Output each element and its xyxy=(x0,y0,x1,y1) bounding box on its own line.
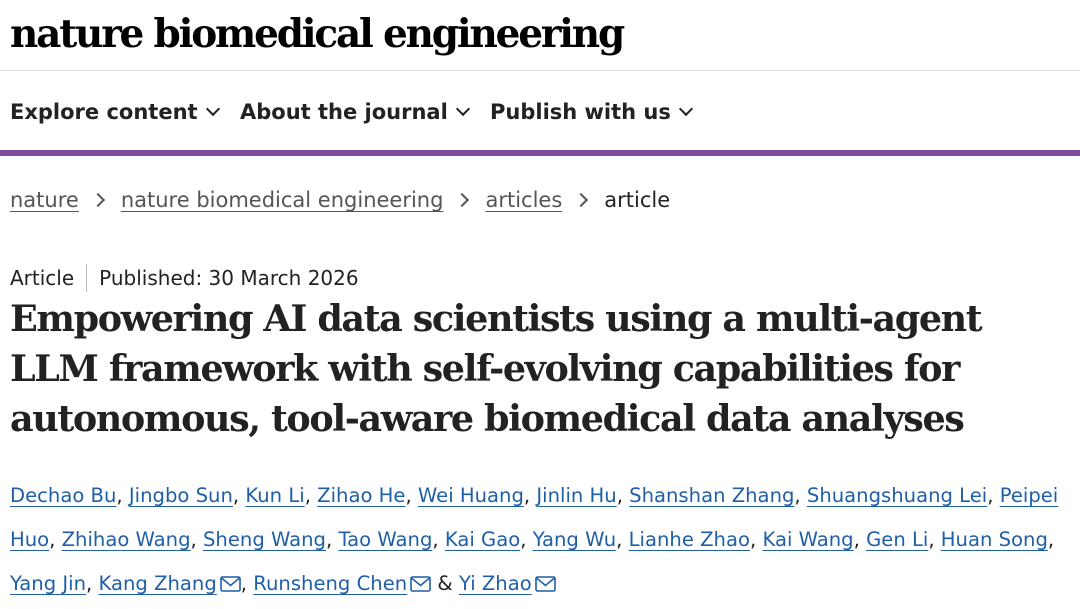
chevron-down-icon xyxy=(455,101,470,117)
author-item: Yang Wu xyxy=(533,528,616,551)
author-link[interactable]: Jingbo Sun xyxy=(129,484,233,507)
journal-accent-bar xyxy=(0,150,1080,156)
author-link[interactable]: Sheng Wang xyxy=(203,528,326,551)
author-link[interactable]: Yi Zhao xyxy=(459,572,532,595)
chevron-right-icon xyxy=(90,192,105,208)
author-item: Yi Zhao xyxy=(459,572,556,595)
breadcrumb-link-nature[interactable]: nature xyxy=(10,188,79,212)
main-nav: Explore content About the journal Publis… xyxy=(0,92,1080,132)
meta-divider xyxy=(86,264,88,292)
envelope-icon[interactable] xyxy=(534,576,556,592)
author-item: Dechao Bu xyxy=(10,484,116,507)
chevron-right-icon xyxy=(455,192,470,208)
nav-about-the-journal[interactable]: About the journal xyxy=(240,92,470,132)
author-link[interactable]: Gen Li xyxy=(866,528,928,551)
author-item: Tao Wang xyxy=(338,528,432,551)
author-item: Shuangshuang Lei xyxy=(807,484,987,507)
nav-item-label: Explore content xyxy=(10,100,198,124)
article-meta: Article Published: 30 March 2026 xyxy=(10,263,359,293)
author-link[interactable]: Kang Zhang xyxy=(98,572,216,595)
author-link[interactable]: Lianhe Zhao xyxy=(629,528,750,551)
breadcrumb-current: article xyxy=(604,188,671,212)
author-item: Huan Song xyxy=(941,528,1048,551)
author-link[interactable]: Zihao He xyxy=(317,484,405,507)
author-link[interactable]: Shuangshuang Lei xyxy=(807,484,987,507)
breadcrumb-link-articles[interactable]: articles xyxy=(485,188,562,212)
author-item: Gen Li xyxy=(866,528,928,551)
header-divider xyxy=(0,70,1080,71)
envelope-icon[interactable] xyxy=(219,576,241,592)
article-type: Article xyxy=(10,266,75,290)
author-link[interactable]: Dechao Bu xyxy=(10,484,116,507)
author-link[interactable]: Runsheng Chen xyxy=(253,572,407,595)
author-item: Jingbo Sun xyxy=(129,484,233,507)
author-link[interactable]: Huan Song xyxy=(941,528,1048,551)
author-link[interactable]: Zhihao Wang xyxy=(62,528,191,551)
author-list: Dechao Bu, Jingbo Sun, Kun Li, Zihao He,… xyxy=(10,484,1059,595)
author-item: Zhihao Wang xyxy=(62,528,191,551)
author-link[interactable]: Wei Huang xyxy=(418,484,524,507)
author-link[interactable]: Yang Wu xyxy=(533,528,616,551)
journal-brand-logo[interactable]: nature biomedical engineering xyxy=(10,4,625,64)
breadcrumb-link-journal[interactable]: nature biomedical engineering xyxy=(121,188,444,212)
nav-publish-with-us[interactable]: Publish with us xyxy=(490,92,693,132)
author-item: Kun Li xyxy=(245,484,304,507)
author-item: Runsheng Chen xyxy=(253,572,431,595)
author-link[interactable]: Shanshan Zhang xyxy=(629,484,794,507)
author-item: Kai Gao xyxy=(445,528,520,551)
author-link[interactable]: Jinlin Hu xyxy=(536,484,616,507)
author-item: Yang Jin xyxy=(10,572,86,595)
author-link[interactable]: Yang Jin xyxy=(10,572,86,595)
author-item: Kai Wang xyxy=(762,528,853,551)
author-item: Wei Huang xyxy=(418,484,524,507)
nav-explore-content[interactable]: Explore content xyxy=(10,92,220,132)
author-link[interactable]: Tao Wang xyxy=(338,528,432,551)
author-link[interactable]: Kun Li xyxy=(245,484,304,507)
author-item: Sheng Wang xyxy=(203,528,326,551)
author-link[interactable]: Kai Gao xyxy=(445,528,520,551)
author-item: Shanshan Zhang xyxy=(629,484,794,507)
chevron-down-icon xyxy=(205,101,220,117)
article-title: Empowering AI data scientists using a mu… xyxy=(10,297,983,440)
author-item: Lianhe Zhao xyxy=(629,528,750,551)
chevron-down-icon xyxy=(678,101,693,117)
author-link[interactable]: Kai Wang xyxy=(762,528,853,551)
published-date: Published: 30 March 2026 xyxy=(99,266,359,290)
envelope-icon[interactable] xyxy=(410,576,431,592)
nav-item-label: About the journal xyxy=(240,100,448,124)
breadcrumb: nature nature biomedical engineering art… xyxy=(10,184,670,216)
nav-item-label: Publish with us xyxy=(490,100,671,124)
chevron-right-icon xyxy=(574,192,589,208)
author-item: Kang Zhang xyxy=(98,572,241,595)
author-item: Zihao He xyxy=(317,484,405,507)
author-item: Jinlin Hu xyxy=(536,484,616,507)
